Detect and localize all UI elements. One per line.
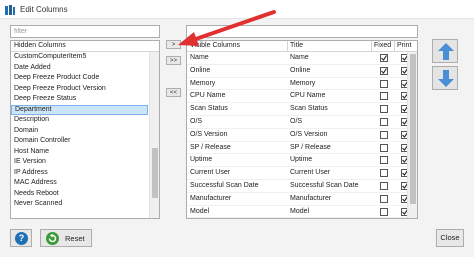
list-item[interactable]: MAC Address (11, 178, 148, 189)
fixed-checkbox[interactable] (380, 54, 388, 62)
table-row[interactable]: Uptime Uptime (187, 154, 407, 168)
title-bar: Edit Columns (0, 0, 474, 19)
hidden-list-scrollbar[interactable] (149, 52, 159, 218)
reset-label: Reset (65, 234, 85, 243)
close-button[interactable]: Close (436, 229, 464, 247)
fixed-checkbox[interactable] (380, 143, 388, 152)
fixed-checkbox[interactable] (380, 156, 388, 165)
reset-icon (46, 232, 59, 245)
visible-column-title[interactable]: O/S Version (290, 131, 327, 138)
list-item[interactable]: Date Added (11, 63, 148, 74)
list-item-selected[interactable]: Department (11, 104, 148, 115)
list-item[interactable]: CustomComputerItem5 (11, 52, 148, 63)
table-row[interactable]: Memory Memory (187, 78, 407, 91)
visible-columns-toolbar (186, 25, 418, 38)
move-all-left-button[interactable]: << (166, 88, 181, 97)
visible-column-title[interactable]: Manufacturer (290, 195, 331, 202)
table-row[interactable]: CPU Name CPU Name (187, 90, 407, 104)
table-row[interactable]: O/S Version O/S Version (187, 129, 407, 142)
hidden-columns-header: Hidden Columns (11, 41, 159, 52)
scrollbar-thumb[interactable] (152, 148, 158, 198)
visible-column-name: Scan Status (190, 105, 228, 113)
fixed-checkbox[interactable] (380, 169, 388, 178)
table-row[interactable]: Online Online (187, 65, 407, 78)
help-icon: ? (15, 232, 28, 245)
visible-column-title[interactable]: CPU Name (290, 92, 325, 99)
move-one-right-button[interactable]: > (166, 40, 181, 49)
grid-header: Visible Columns Title Fixed Print (187, 41, 417, 52)
visible-column-name: Memory (190, 79, 216, 87)
list-item[interactable]: Deep Freeze Product Version (11, 84, 148, 95)
table-row[interactable]: SP / Release SP / Release (187, 142, 407, 155)
column-header-visible[interactable]: Visible Columns (190, 42, 240, 49)
visible-column-title[interactable]: Successful Scan Date (290, 182, 358, 189)
table-row[interactable]: Name Name (187, 52, 407, 65)
grid-rows: Name Name Online Online Memory Memory CPU Name… (187, 52, 407, 218)
visible-column-name: O/S Version (190, 130, 228, 138)
visible-column-name: Uptime (190, 156, 213, 164)
visible-column-title[interactable]: Current User (290, 169, 330, 176)
visible-column-title[interactable]: Online (290, 67, 310, 74)
visible-column-title[interactable]: Uptime (290, 156, 312, 163)
list-item[interactable]: Needs Reboot (11, 189, 148, 200)
arrow-down-icon (438, 70, 454, 87)
list-item[interactable]: IP Address (11, 168, 148, 179)
table-row[interactable]: Model Model (187, 206, 407, 218)
column-header-fixed[interactable]: Fixed (374, 42, 391, 49)
fixed-checkbox[interactable] (380, 105, 388, 114)
window-title: Edit Columns (20, 5, 68, 14)
fixed-checkbox[interactable] (380, 181, 388, 190)
table-row[interactable]: Current User Current User (187, 167, 407, 180)
filter-input[interactable] (10, 25, 160, 38)
visible-column-name: CPU Name (190, 92, 226, 100)
visible-column-name: Model (190, 207, 210, 215)
arrow-up-icon (438, 43, 454, 60)
visible-column-title[interactable]: SP / Release (290, 144, 331, 151)
list-item[interactable]: Never Scanned (11, 199, 148, 210)
visible-column-name: Current User (190, 169, 231, 177)
table-row[interactable]: O/S O/S (187, 116, 407, 129)
visible-columns-grid[interactable]: Visible Columns Title Fixed Print Name Na… (186, 40, 418, 219)
column-header-print[interactable]: Print (397, 42, 411, 49)
table-row[interactable]: Scan Status Scan Status (187, 103, 407, 116)
reset-button[interactable]: Reset (40, 229, 92, 247)
move-all-right-button[interactable]: >> (166, 56, 181, 65)
help-button[interactable]: ? (10, 229, 32, 247)
list-item[interactable]: Description (11, 115, 148, 126)
visible-column-title[interactable]: O/S (290, 118, 302, 125)
visible-column-title[interactable]: Scan Status (290, 105, 328, 112)
fixed-checkbox[interactable] (380, 130, 388, 139)
visible-column-title[interactable]: Model (290, 208, 309, 215)
visible-column-title[interactable]: Memory (290, 80, 315, 87)
visible-column-name: Online (190, 66, 211, 74)
columns-icon (5, 5, 15, 15)
visible-column-name: O/S (190, 117, 203, 125)
scrollbar-thumb[interactable] (410, 54, 416, 204)
move-down-button[interactable] (432, 66, 458, 90)
table-row[interactable]: Successful Scan Date Successful Scan Date (187, 180, 407, 193)
list-item[interactable]: Host Name (11, 147, 148, 158)
fixed-checkbox[interactable] (380, 66, 388, 75)
list-item[interactable]: Domain Controller (11, 136, 148, 147)
visible-column-name: SP / Release (190, 143, 231, 151)
column-header-title[interactable]: Title (290, 42, 303, 49)
fixed-checkbox[interactable] (380, 92, 388, 101)
list-item[interactable]: Deep Freeze Product Code (11, 73, 148, 84)
hidden-columns-list[interactable]: Hidden Columns CustomComputerItem5 Date … (10, 40, 160, 219)
hidden-columns-items: CustomComputerItem5 Date Added Deep Free… (11, 52, 148, 218)
list-item[interactable]: Deep Freeze Status (11, 94, 148, 105)
visible-column-name: Manufacturer (190, 194, 232, 202)
fixed-checkbox[interactable] (380, 117, 388, 126)
visible-column-name: Name (190, 54, 209, 61)
fixed-checkbox[interactable] (380, 207, 388, 216)
grid-scrollbar[interactable] (407, 52, 417, 218)
move-up-button[interactable] (432, 39, 458, 63)
fixed-checkbox[interactable] (380, 194, 388, 203)
list-item[interactable]: Domain (11, 126, 148, 137)
visible-column-name: Successful Scan Date (190, 181, 259, 189)
fixed-checkbox[interactable] (380, 79, 388, 88)
table-row[interactable]: Manufacturer Manufacturer (187, 193, 407, 206)
visible-column-title[interactable]: Name (290, 54, 309, 61)
list-item[interactable]: IE Version (11, 157, 148, 168)
